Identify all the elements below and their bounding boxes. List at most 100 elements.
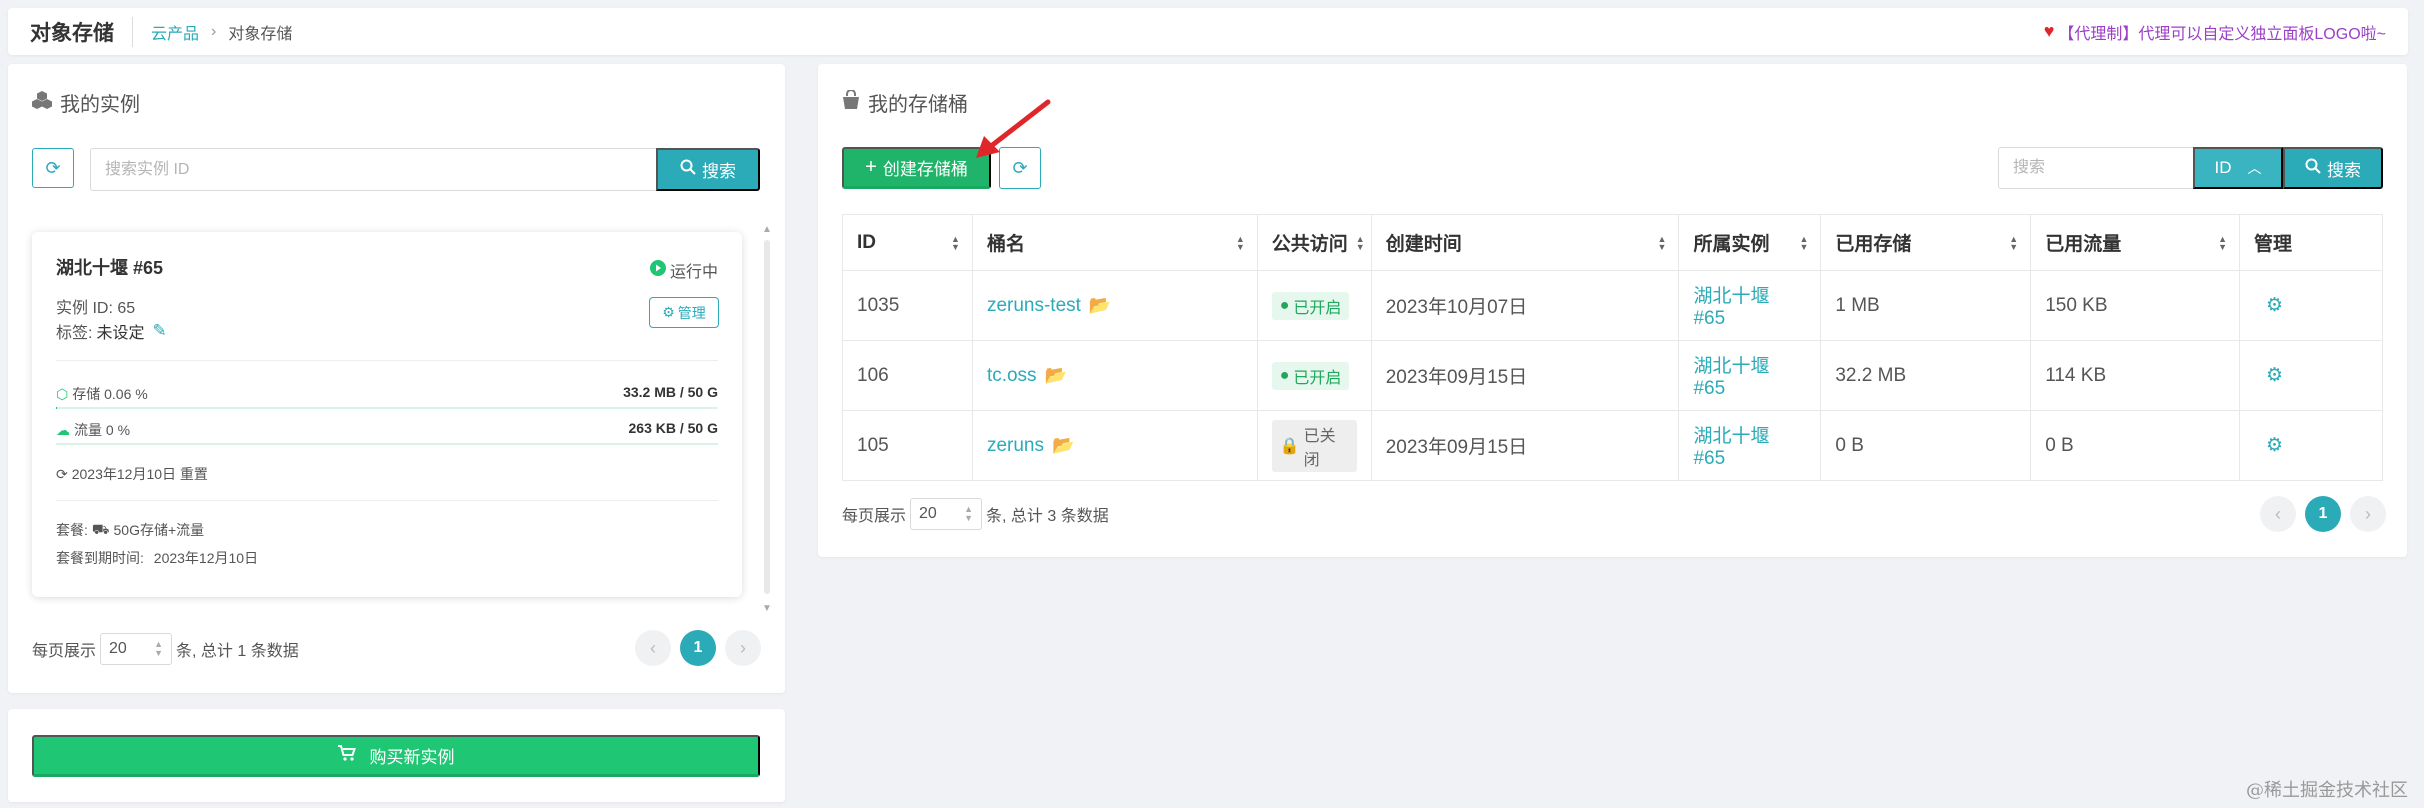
buy-instance-button[interactable]: 购买新实例 xyxy=(32,735,760,777)
prev-page-button[interactable]: ‹ xyxy=(635,630,671,666)
page-button[interactable]: 1 xyxy=(680,630,716,666)
refresh-instances-button[interactable]: ⟳ xyxy=(32,148,74,188)
instance-search-button[interactable]: 搜索 xyxy=(656,148,760,191)
column-header-label: 已用存储 xyxy=(1835,234,1912,255)
instance-search-input[interactable] xyxy=(90,148,657,191)
watermark: @稀土掘金技术社区 xyxy=(2246,780,2408,801)
bucket-instance-link[interactable]: 湖北十堰 #65 xyxy=(1693,426,1769,469)
bucket-created: 2023年10月07日 xyxy=(1370,270,1680,341)
column-header-created[interactable]: 创建时间 ▲ ▼ xyxy=(1370,214,1680,271)
edit-tag-icon[interactable]: ✎ xyxy=(152,321,166,341)
bucket-manage-cell: ⚙ xyxy=(2239,410,2383,481)
next-page-button[interactable]: › xyxy=(2350,496,2386,532)
instance-list-scrollbar[interactable]: ▲ ▼ xyxy=(761,224,773,614)
plan-info: 套餐: ⛟ 50G存储+流量 xyxy=(56,520,204,540)
instance-tag-value: 未设定 xyxy=(96,325,145,342)
stepper-icon: ▲ ▼ xyxy=(964,504,974,523)
bucket-access-cell: ● 已开启 xyxy=(1256,340,1372,411)
column-header-instance[interactable]: 所属实例 ▲ ▼ xyxy=(1678,214,1822,271)
page-size-prefix: 每页展示 xyxy=(32,643,97,660)
search-icon xyxy=(680,159,696,180)
bucket-name-cell: zeruns-test 📂 xyxy=(971,270,1258,341)
gear-icon[interactable]: ⚙ xyxy=(2266,365,2283,386)
page-size-select[interactable]: 20 ▲ ▼ xyxy=(100,633,173,665)
refresh-icon: ⟳ xyxy=(1012,157,1028,178)
globe-icon: ● xyxy=(1279,296,1290,314)
folder-open-icon[interactable]: 📂 xyxy=(1045,365,1067,385)
column-header-label: 桶名 xyxy=(986,234,1025,255)
scroll-up-icon[interactable]: ▲ xyxy=(761,224,773,235)
page-button[interactable]: 1 xyxy=(2305,496,2341,532)
folder-open-icon[interactable]: 📂 xyxy=(1052,435,1074,455)
column-header-storage[interactable]: 已用存储 ▲ ▼ xyxy=(1820,214,2032,271)
page-total-text: 条, 总计 3 条数据 xyxy=(986,508,1109,525)
bucket-search-button[interactable]: 搜索 xyxy=(2283,147,2383,189)
next-page-button[interactable]: › xyxy=(725,630,761,666)
table-header-row: ID ▲ ▼ 桶名 ▲ ▼ 公共访问 ▲ ▼ 创建时间 ▲ ▼ 所属实例 ▲ ▼ 已用存储 ▲ ▼ 已用… xyxy=(842,214,2383,271)
bucket-instance-link[interactable]: 湖北十堰 #65 xyxy=(1693,286,1769,329)
breadcrumb-separator-icon: › xyxy=(211,22,217,40)
bucket-name-link[interactable]: zeruns xyxy=(987,435,1044,456)
plan-icon: ⛟ xyxy=(91,520,110,537)
column-header-name[interactable]: 桶名 ▲ ▼ xyxy=(971,214,1258,271)
bucket-storage: 1 MB xyxy=(1820,270,2032,341)
page-size-select[interactable]: 20 ▲ ▼ xyxy=(910,498,983,530)
column-header-access[interactable]: 公共访问 ▲ ▼ xyxy=(1256,214,1372,271)
refresh-icon: ⟳ xyxy=(45,157,61,178)
bucket-instance-link[interactable]: 湖北十堰 #65 xyxy=(1693,356,1769,399)
status-badge-text: 已关闭 xyxy=(1303,427,1336,469)
instance-name: 湖北十堰 #65 xyxy=(56,258,164,278)
instance-id: 实例 ID: 65 xyxy=(56,300,136,317)
annotation-arrow-icon xyxy=(976,99,1051,158)
bucket-traffic: 150 KB xyxy=(2030,270,2241,341)
bucket-created: 2023年09月15日 xyxy=(1370,410,1680,481)
status-badge: 🔒 已关闭 xyxy=(1271,419,1357,472)
status-badge-text: 已开启 xyxy=(1293,369,1342,387)
bucket-access-cell: 🔒 已关闭 xyxy=(1256,410,1372,481)
scroll-down-icon[interactable]: ▼ xyxy=(761,603,773,614)
gear-icon[interactable]: ⚙ xyxy=(2266,435,2283,456)
bucket-name-cell: tc.oss 📂 xyxy=(971,340,1258,411)
gear-icon: ⚙ xyxy=(662,304,675,320)
column-header-manage: 管理 xyxy=(2239,214,2383,271)
bucket-name-link[interactable]: zeruns-test xyxy=(987,295,1081,316)
sort-icon: ▲ ▼ xyxy=(1657,233,1667,252)
status-badge: ● 已开启 xyxy=(1271,291,1350,320)
buckets-panel-title: 我的存储桶 xyxy=(842,88,968,117)
sort-icon: ▲ ▼ xyxy=(951,233,960,252)
bucket-created: 2023年09月15日 xyxy=(1370,340,1680,411)
sync-icon: ⟳ xyxy=(56,465,68,482)
column-header-traffic[interactable]: 已用流量 ▲ ▼ xyxy=(2030,214,2241,271)
bucket-manage-cell: ⚙ xyxy=(2239,340,2383,411)
cubes-icon xyxy=(32,90,52,116)
column-header-label: 所属实例 xyxy=(1693,234,1770,255)
manage-instance-button[interactable]: ⚙ 管理 xyxy=(649,297,719,328)
search-icon xyxy=(2305,158,2321,179)
buckets-panel-title-text: 我的存储桶 xyxy=(868,94,968,116)
bucket-search-input[interactable] xyxy=(1998,147,2194,189)
column-header-id[interactable]: ID ▲ ▼ xyxy=(842,214,973,271)
breadcrumb-link-cloud-products[interactable]: 云产品 xyxy=(151,20,199,44)
heart-icon: ♥ xyxy=(2043,21,2055,41)
column-header-label: 公共访问 xyxy=(1271,234,1348,255)
page-size-prefix: 每页展示 xyxy=(842,508,907,525)
plan-label: 套餐: xyxy=(56,522,88,538)
folder-open-icon[interactable]: 📂 xyxy=(1089,295,1111,315)
scroll-track[interactable] xyxy=(764,240,770,594)
stepper-icon: ▲ ▼ xyxy=(154,639,164,658)
reset-date-text: 2023年12月10日 重置 xyxy=(71,466,208,482)
sort-icon: ▲ ▼ xyxy=(1355,233,1365,252)
cart-icon xyxy=(337,745,356,766)
bucket-name-cell: zeruns 📂 xyxy=(971,410,1258,481)
bucket-name-link[interactable]: tc.oss xyxy=(987,365,1037,386)
buckets-page-size: 每页展示 20 ▲ ▼ 条, 总计 3 条数据 xyxy=(842,498,1109,530)
agent-notice[interactable]: ♥ 【代理制】代理可以自定义独立面板LOGO啦~ xyxy=(2044,20,2386,44)
gear-icon[interactable]: ⚙ xyxy=(2266,295,2283,316)
traffic-usage-text: 流量 0 % xyxy=(74,422,131,438)
prev-page-button[interactable]: ‹ xyxy=(2260,496,2296,532)
search-field-select[interactable]: ID ︿ xyxy=(2193,147,2283,189)
bucket-instance-cell: 湖北十堰 #65 xyxy=(1678,410,1822,481)
cloud-upload-icon: ☁ xyxy=(56,421,70,438)
create-bucket-button[interactable]: + 创建存储桶 xyxy=(842,147,991,189)
search-field-value: ID xyxy=(2214,158,2232,177)
